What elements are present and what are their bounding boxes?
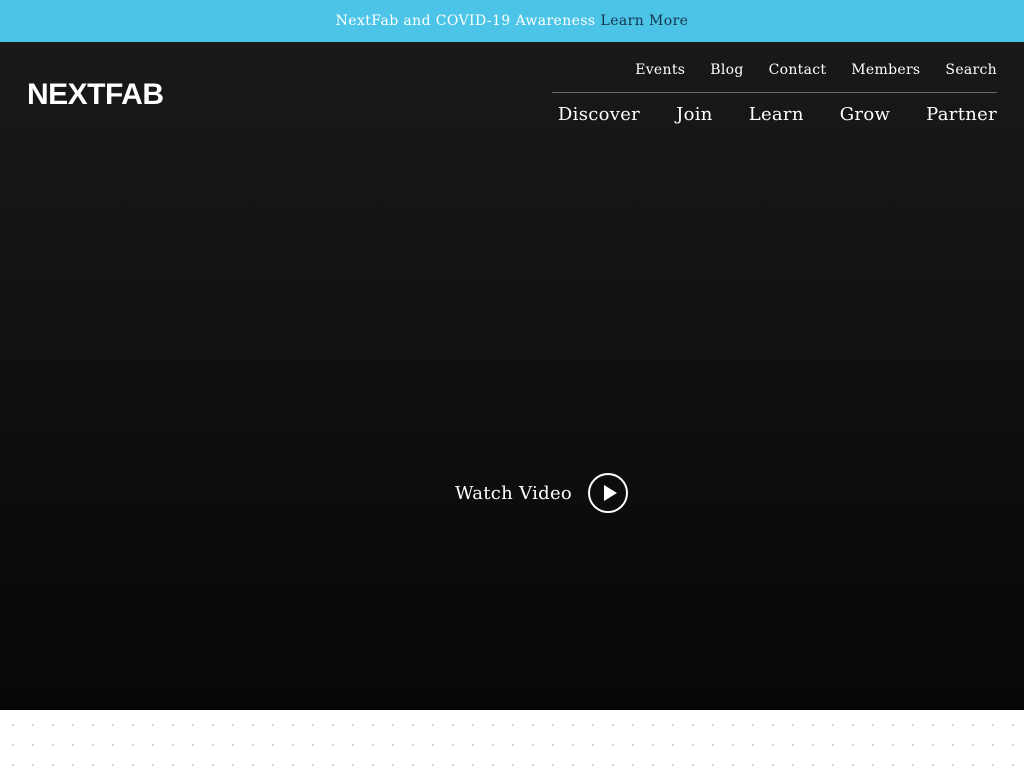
main-nav-grow[interactable]: Grow: [840, 104, 890, 128]
main-nav-join[interactable]: Join: [676, 104, 713, 128]
main-nav-learn[interactable]: Learn: [749, 104, 804, 128]
util-nav-members[interactable]: Members: [851, 62, 920, 82]
main-nav: Discover Join Learn Grow Partner: [558, 104, 997, 128]
announcement-banner: NextFab and COVID-19 Awareness Learn Mor…: [0, 0, 1024, 42]
watch-video-button[interactable]: Watch Video: [455, 472, 629, 514]
watch-video-label: Watch Video: [455, 482, 573, 504]
util-nav-search[interactable]: Search: [945, 62, 997, 82]
utility-nav: Events Blog Contact Members Search: [635, 62, 997, 82]
hero-section: [0, 42, 1024, 710]
play-icon: [603, 485, 617, 501]
dotted-pattern-section: [0, 710, 1024, 768]
main-nav-partner[interactable]: Partner: [926, 104, 997, 128]
nextfab-logo[interactable]: NEXTFAB: [27, 80, 164, 110]
play-button[interactable]: [588, 473, 629, 513]
util-nav-contact[interactable]: Contact: [769, 62, 827, 82]
banner-learn-more-link[interactable]: Learn More: [601, 13, 689, 29]
util-nav-events[interactable]: Events: [635, 62, 685, 82]
main-nav-discover[interactable]: Discover: [558, 104, 640, 128]
util-nav-blog[interactable]: Blog: [710, 62, 743, 82]
banner-message: NextFab and COVID-19 Awareness: [335, 13, 596, 29]
nav-divider: [552, 92, 997, 93]
